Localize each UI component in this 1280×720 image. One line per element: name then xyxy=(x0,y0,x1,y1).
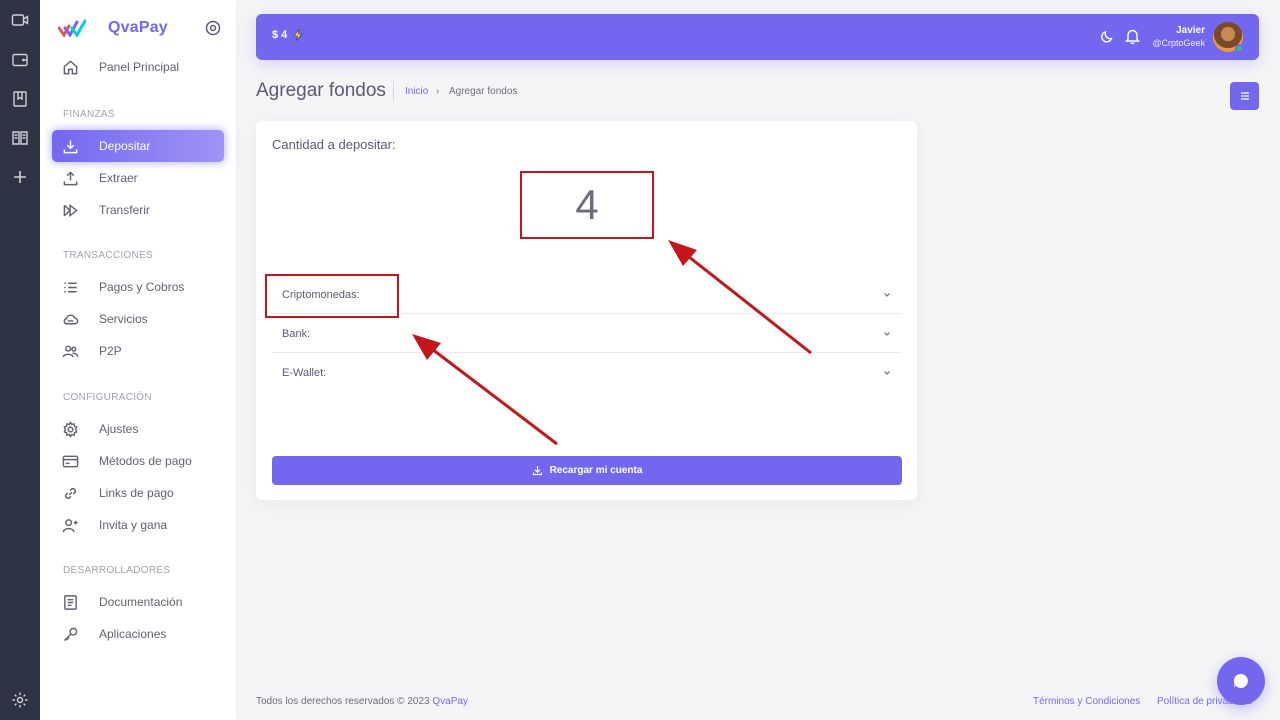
sidebar-item-metodos-de-pago[interactable]: Métodos de pago xyxy=(52,445,224,477)
list-icon xyxy=(64,282,77,292)
breadcrumb-home-link[interactable]: Inicio xyxy=(405,86,428,97)
section-title-desarrolladores: DESARROLLADORES xyxy=(63,565,171,576)
terms-link[interactable]: Términos y Condiciones xyxy=(1033,696,1140,707)
footer-copyright: Todos los derechos reservados © 2023 Qva… xyxy=(256,696,468,707)
sidebar-item-ajustes[interactable]: Ajustes xyxy=(52,413,224,445)
chat-icon xyxy=(1233,673,1248,688)
amount-label: Cantidad a depositar: xyxy=(272,137,396,152)
recharge-button[interactable]: Recargar mi cuenta xyxy=(272,456,902,485)
user-plus-icon xyxy=(62,518,78,532)
breadcrumb-current: Agregar fondos xyxy=(449,86,518,97)
chat-button[interactable] xyxy=(1217,657,1265,705)
bookmark-icon[interactable] xyxy=(11,90,29,108)
balance-value: $ 4 xyxy=(272,29,288,41)
key-icon xyxy=(63,627,78,641)
sidebar-item-label: Links de pago xyxy=(99,486,174,500)
sidebar-item-panel-principal[interactable]: Panel Principal xyxy=(52,51,224,83)
wallet-icon[interactable] xyxy=(11,51,29,69)
qvapay-logo-icon xyxy=(58,19,86,37)
section-title-transacciones: TRANSACCIONES xyxy=(63,250,154,261)
chevron-down-icon xyxy=(884,332,890,336)
user-name[interactable]: Javier xyxy=(1176,25,1205,36)
sidebar-item-label: Ajustes xyxy=(99,422,139,436)
copyright-text: Todos los derechos reservados © 2023 xyxy=(256,696,430,707)
sidebar-item-label: Panel Principal xyxy=(99,60,180,74)
sidebar-toggle-icon[interactable] xyxy=(205,20,221,36)
top-navbar: $ 4 Javier @CrptoGeek xyxy=(256,14,1259,60)
recharge-button-label: Recargar mi cuenta xyxy=(549,465,643,476)
sidebar-item-depositar[interactable]: Depositar xyxy=(52,130,224,162)
chevron-down-icon xyxy=(884,371,890,375)
accordion-e-wallet[interactable]: E-Wallet: xyxy=(272,354,902,392)
breadcrumb-chevron-icon: › xyxy=(436,86,440,97)
sidebar-item-label: Aplicaciones xyxy=(99,627,167,641)
book-icon[interactable] xyxy=(11,129,29,147)
sidebar-item-label: Depositar xyxy=(99,139,151,153)
app-rail xyxy=(0,0,40,720)
sidebar-item-links-de-pago[interactable]: Links de pago xyxy=(52,477,224,509)
sidebar: QvaPay Panel Principal FINANZAS Deposita… xyxy=(40,0,236,720)
sidebar-item-label: Extraer xyxy=(99,171,138,185)
lightning-icon xyxy=(293,29,303,41)
users-icon xyxy=(62,345,79,357)
annotation-highlight-box xyxy=(265,274,399,318)
sidebar-item-label: Métodos de pago xyxy=(99,454,192,468)
page-title: Agregar fondos xyxy=(256,80,386,101)
user-handle[interactable]: @CrptoGeek xyxy=(1152,38,1205,48)
sidebar-item-aplicaciones[interactable]: Aplicaciones xyxy=(52,618,224,650)
sidebar-item-p2p[interactable]: P2P xyxy=(52,335,224,367)
breadcrumb-divider xyxy=(393,81,394,101)
download-icon xyxy=(532,466,542,476)
hamburger-icon xyxy=(1240,92,1249,100)
sidebar-item-invita-y-gana[interactable]: Invita y gana xyxy=(52,509,224,541)
balance-display[interactable]: $ 4 xyxy=(272,29,304,41)
home-icon xyxy=(63,59,78,74)
video-icon[interactable] xyxy=(11,11,29,29)
online-status-dot xyxy=(1235,44,1244,53)
footer-brand-link[interactable]: QvaPay xyxy=(432,696,468,707)
sidebar-item-label: Transferir xyxy=(99,203,150,217)
sidebar-item-label: Servicios xyxy=(99,312,148,326)
sidebar-item-label: P2P xyxy=(99,344,122,358)
card-icon xyxy=(62,455,79,467)
upload-icon xyxy=(63,170,78,185)
settings-gear-icon[interactable] xyxy=(11,691,29,709)
gear-icon xyxy=(63,420,78,438)
cloud-icon xyxy=(63,314,79,324)
section-title-configuracion: CONFIGURACIÓN xyxy=(63,392,152,403)
section-title-finanzas: FINANZAS xyxy=(63,109,115,120)
sidebar-item-extraer[interactable]: Extraer xyxy=(52,162,224,194)
amount-input[interactable]: 4 xyxy=(520,171,654,239)
sidebar-item-transferir[interactable]: Transferir xyxy=(52,194,224,226)
sidebar-item-documentacion[interactable]: Documentación xyxy=(52,586,224,618)
sidebar-item-label: Invita y gana xyxy=(99,518,168,532)
accordion-bank[interactable]: Bank: xyxy=(272,315,902,353)
sidebar-item-label: Documentación xyxy=(99,595,183,609)
chevron-down-icon xyxy=(884,293,890,297)
menu-button[interactable] xyxy=(1230,82,1259,110)
transfer-icon xyxy=(63,203,78,217)
accordion-label: Bank: xyxy=(282,327,311,340)
brand[interactable]: QvaPay xyxy=(58,16,168,40)
brand-name: QvaPay xyxy=(108,19,168,36)
sidebar-item-servicios[interactable]: Servicios xyxy=(52,303,224,335)
bell-icon[interactable] xyxy=(1125,28,1140,44)
sidebar-item-pagos-y-cobros[interactable]: Pagos y Cobros xyxy=(52,271,224,303)
plus-icon[interactable] xyxy=(11,168,29,186)
sidebar-item-label: Pagos y Cobros xyxy=(99,280,185,294)
doc-icon xyxy=(64,594,77,610)
download-icon xyxy=(63,139,78,153)
link-icon xyxy=(64,487,77,499)
deposit-card: Cantidad a depositar: 4 Criptomonedas: B… xyxy=(256,121,917,500)
moon-icon[interactable] xyxy=(1101,29,1115,43)
avatar[interactable] xyxy=(1213,22,1244,53)
accordion-label: E-Wallet: xyxy=(282,367,327,379)
